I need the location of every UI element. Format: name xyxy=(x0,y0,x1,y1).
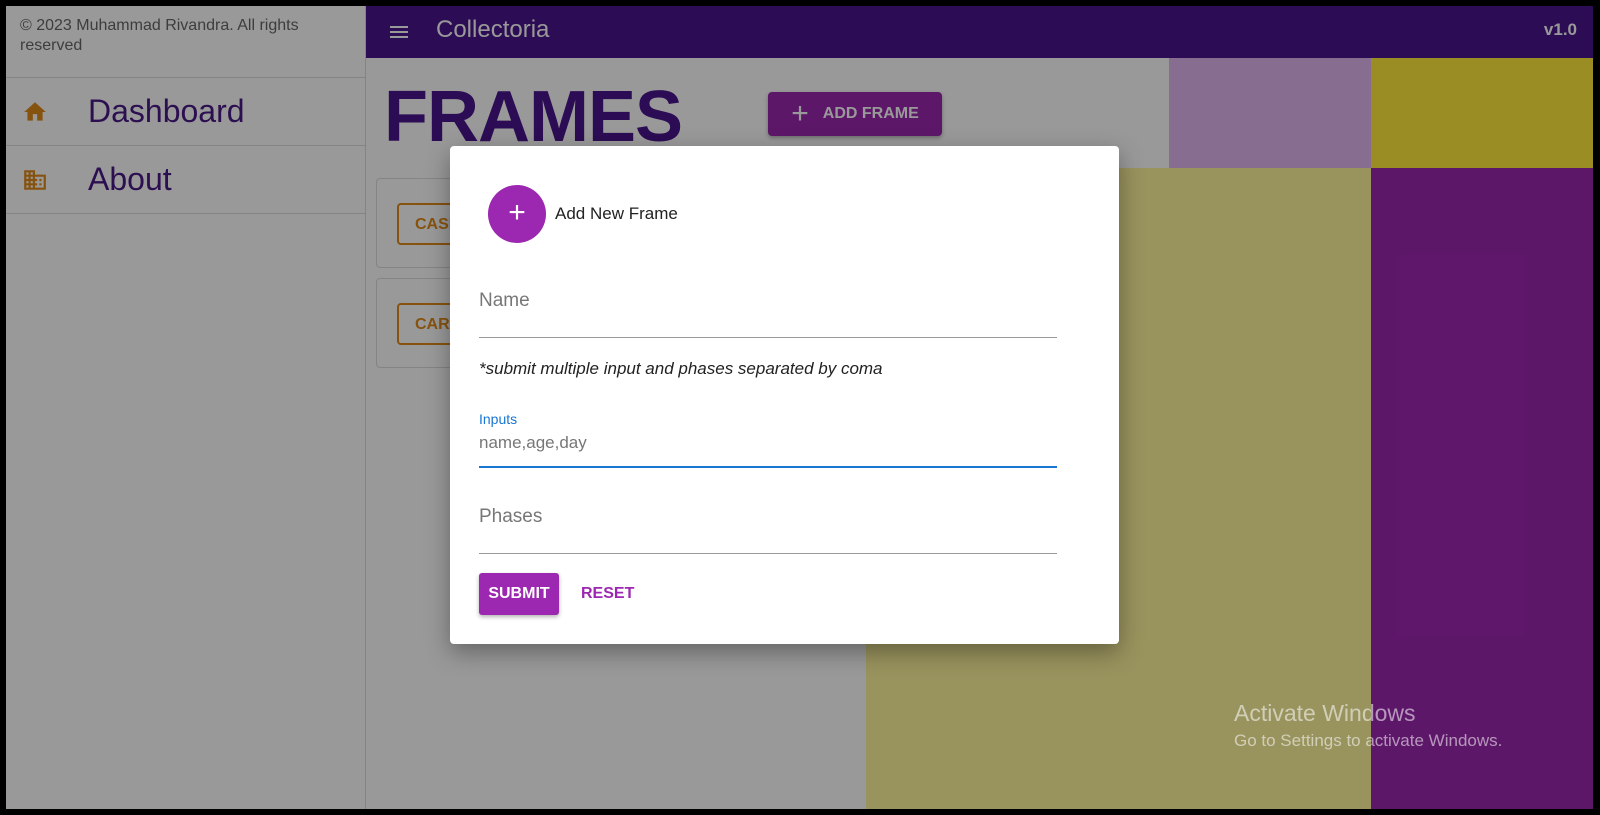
app-window: © 2023 Muhammad Rivandra. All rights res… xyxy=(6,6,1593,809)
submit-button[interactable]: SUBMIT xyxy=(479,573,559,615)
name-placeholder: Name xyxy=(479,290,530,311)
add-frame-dialog: + Add New Frame Name *submit multiple in… xyxy=(450,146,1119,644)
plus-icon: + xyxy=(488,185,546,243)
reset-button[interactable]: RESET xyxy=(581,573,634,615)
name-field[interactable]: Name xyxy=(479,286,1057,338)
inputs-label: Inputs xyxy=(479,411,518,427)
phases-placeholder: Phases xyxy=(479,506,543,527)
phases-field[interactable]: Phases xyxy=(479,502,1057,554)
field-underline xyxy=(479,337,1057,338)
field-underline xyxy=(479,553,1057,554)
dialog-title: Add New Frame xyxy=(555,204,678,223)
watermark-subtitle: Go to Settings to activate Windows. xyxy=(1234,731,1503,750)
inputs-field[interactable]: Inputs name,age,day xyxy=(479,411,1057,468)
watermark-title: Activate Windows xyxy=(1234,700,1416,726)
input-hint: *submit multiple input and phases separa… xyxy=(479,359,883,378)
inputs-value: name,age,day xyxy=(479,433,587,452)
field-underline xyxy=(479,466,1057,468)
activate-windows-watermark: Activate Windows Go to Settings to activ… xyxy=(1234,700,1502,751)
